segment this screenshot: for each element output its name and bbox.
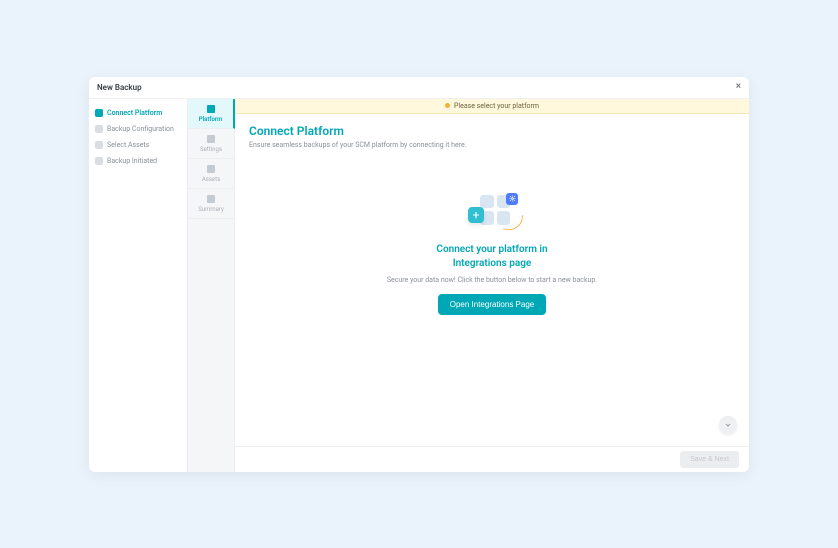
modal-header: New Backup ×: [89, 77, 749, 99]
modal-window: New Backup × Connect Platform Backup Con…: [89, 77, 749, 472]
rail-item-platform[interactable]: Platform: [188, 99, 235, 129]
arrow-swoosh-icon: [503, 211, 524, 232]
gear-icon: [506, 193, 518, 205]
rail-label: Assets: [190, 176, 232, 183]
step-dot-icon: [95, 157, 103, 165]
step-select-assets[interactable]: Select Assets: [95, 137, 181, 153]
settings-icon: [207, 135, 215, 143]
empty-state-title: Connect your platform in Integrations pa…: [436, 243, 547, 271]
empty-state: + Connect your platform in Integrations …: [249, 189, 735, 315]
warning-icon: [445, 103, 450, 108]
content-area: Please select your platform Connect Plat…: [235, 99, 749, 472]
alert-text: Please select your platform: [454, 102, 539, 110]
rail-label: Platform: [190, 116, 231, 123]
step-label: Select Assets: [107, 141, 149, 149]
step-backup-configuration[interactable]: Backup Configuration: [95, 121, 181, 137]
footer-bar: Save & Next: [235, 446, 749, 472]
content-inner: Connect Platform Ensure seamless backups…: [235, 114, 749, 446]
step-dot-icon: [95, 141, 103, 149]
step-label: Backup Configuration: [107, 125, 174, 133]
rail-label: Summary: [190, 206, 232, 213]
step-dot-icon: [95, 125, 103, 133]
rail-label: Settings: [190, 146, 232, 153]
save-next-button[interactable]: Save & Next: [680, 451, 739, 468]
summary-icon: [207, 195, 215, 203]
step-backup-initiated[interactable]: Backup Initiated: [95, 153, 181, 169]
rail-item-summary[interactable]: Summary: [188, 189, 234, 219]
sub-nav-rail: Platform Settings Assets Summary: [187, 99, 235, 472]
integrations-illustration: +: [462, 189, 522, 233]
step-label: Backup Initiated: [107, 157, 157, 165]
section-title: Connect Platform: [249, 124, 735, 138]
rail-item-assets[interactable]: Assets: [188, 159, 234, 189]
modal-title: New Backup: [97, 83, 142, 92]
step-label: Connect Platform: [107, 109, 162, 117]
alert-banner: Please select your platform: [235, 99, 749, 114]
step-dot-icon: [95, 109, 103, 117]
grid-icon: [207, 105, 215, 113]
close-icon[interactable]: ×: [736, 82, 741, 92]
modal-body: Connect Platform Backup Configuration Se…: [89, 99, 749, 472]
scroll-down-button[interactable]: [719, 416, 737, 434]
step-connect-platform[interactable]: Connect Platform: [95, 105, 181, 121]
section-subtitle: Ensure seamless backups of your SCM plat…: [249, 141, 735, 149]
rail-item-settings[interactable]: Settings: [188, 129, 234, 159]
assets-icon: [207, 165, 215, 173]
plus-icon: +: [468, 207, 484, 223]
stepper: Connect Platform Backup Configuration Se…: [89, 99, 187, 472]
open-integrations-button[interactable]: Open Integrations Page: [438, 294, 547, 315]
empty-state-subtitle: Secure your data now! Click the button b…: [387, 276, 597, 284]
